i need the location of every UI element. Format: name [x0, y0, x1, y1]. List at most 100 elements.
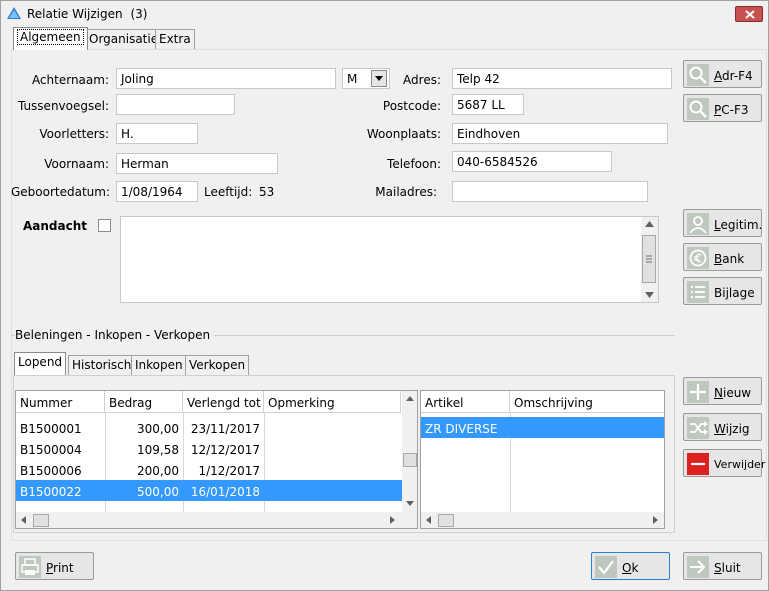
euro-coin-icon	[687, 247, 709, 269]
subtab-lopend[interactable]: Lopend	[14, 352, 67, 375]
woonplaats-label: Woonplaats:	[366, 127, 441, 141]
artikel-hscrollbar[interactable]	[421, 512, 664, 528]
geboortedatum-field[interactable]: 1/08/1964	[116, 181, 198, 202]
close-button[interactable]	[735, 6, 763, 22]
scroll-left-icon[interactable]	[21, 516, 26, 524]
lopend-grid[interactable]: Nummer Bedrag Verlengd tot Opmerking B15…	[15, 390, 418, 529]
grid-vscrollbar[interactable]	[402, 391, 417, 512]
cell-verlengd[interactable]: 12/12/2017	[183, 439, 264, 460]
section-title: Beleningen - Inkopen - Verkopen	[15, 328, 215, 342]
close-icon	[745, 10, 755, 19]
print-button[interactable]: Print	[15, 552, 94, 580]
adr-f4-button[interactable]: Adr-F4	[683, 60, 762, 88]
table-row[interactable]: B1500001	[16, 418, 105, 439]
tab-extra[interactable]: Extra	[155, 29, 195, 49]
table-row-selected[interactable]: B1500022	[16, 481, 105, 502]
cell-bedrag[interactable]: 500,00	[105, 481, 183, 502]
verwijder-button[interactable]: Verwijder	[683, 449, 765, 477]
leeftijd-label: Leeftijd:	[204, 185, 253, 199]
scroll-right-icon[interactable]	[653, 516, 658, 524]
checkmark-icon	[595, 556, 617, 578]
grip-icon	[646, 255, 652, 263]
cell-bedrag[interactable]: 200,00	[105, 460, 183, 481]
postcode-label: Postcode:	[382, 99, 441, 113]
tab-organisatie[interactable]: Organisatie	[85, 29, 163, 49]
sluit-button[interactable]: Sluit	[683, 552, 762, 580]
mailadres-label: Mailadres:	[375, 185, 437, 199]
col-header-artikel[interactable]: Artikel	[421, 391, 510, 413]
window: Relatie Wijzigen (3) Organisatie Extra A…	[0, 0, 769, 591]
pc-f3-button[interactable]: PC-F3	[683, 94, 762, 122]
voornaam-field[interactable]: Herman	[116, 153, 278, 174]
scroll-left-icon[interactable]	[426, 516, 431, 524]
window-title: Relatie Wijzigen	[27, 7, 123, 21]
plus-icon	[687, 381, 709, 403]
scroll-up-icon[interactable]	[406, 396, 414, 401]
scroll-down-icon[interactable]	[406, 501, 414, 506]
voornaam-label: Voornaam:	[44, 157, 109, 171]
legitim-button[interactable]: Legitim.	[683, 209, 762, 237]
woonplaats-field[interactable]: Eindhoven	[452, 123, 668, 144]
adres-label: Adres:	[403, 73, 441, 87]
cell-verlengd[interactable]: 23/11/2017	[183, 418, 264, 439]
aandacht-scroll-thumb[interactable]	[642, 235, 656, 283]
cell-verlengd[interactable]: 16/01/2018	[183, 481, 264, 502]
ok-button[interactable]: Ok	[591, 552, 670, 580]
geboortedatum-label: Geboortedatum:	[11, 185, 111, 199]
tussenvoegsel-label: Tussenvoegsel:	[17, 99, 109, 113]
cell-verlengd[interactable]: 1/12/2017	[183, 460, 264, 481]
telefoon-field[interactable]: 040-6584526	[452, 151, 612, 172]
scroll-right-icon[interactable]	[390, 516, 395, 524]
col-header-opmerking[interactable]: Opmerking	[264, 391, 401, 413]
bank-button[interactable]: Bank	[683, 243, 762, 271]
col-header-nummer[interactable]: Nummer	[16, 391, 105, 413]
achternaam-label: Achternaam:	[31, 73, 109, 87]
subtab-historisch[interactable]: Historisch	[68, 355, 136, 375]
table-row-selected[interactable]: ZR DIVERSE	[421, 418, 510, 439]
wijzig-button[interactable]: Wijzig	[683, 413, 762, 441]
list-icon	[687, 281, 709, 303]
aandacht-checkbox[interactable]	[98, 219, 111, 232]
subtab-inkopen[interactable]: Inkopen	[131, 355, 187, 375]
nieuw-button[interactable]: Nieuw	[683, 377, 762, 405]
achternaam-field[interactable]: Joling	[116, 68, 336, 89]
col-header-verlengd[interactable]: Verlengd tot	[183, 391, 264, 413]
leeftijd-value: 53	[259, 185, 275, 199]
grid-vscroll-thumb[interactable]	[403, 453, 417, 467]
arrow-right-icon	[687, 556, 709, 578]
table-row[interactable]: B1500004	[16, 439, 105, 460]
title-bar: Relatie Wijzigen (3)	[1, 1, 768, 27]
shuffle-icon	[687, 417, 709, 439]
mailadres-field[interactable]	[452, 181, 648, 202]
grid-hscrollbar[interactable]	[16, 512, 417, 528]
grid-hscroll-thumb[interactable]	[33, 514, 49, 527]
col-header-omschrijving[interactable]: Omschrijving	[510, 391, 664, 413]
scroll-down-icon[interactable]	[645, 292, 654, 298]
printer-icon	[19, 556, 41, 578]
search-icon	[687, 64, 709, 86]
aandacht-label: Aandacht	[23, 219, 88, 233]
tab-algemeen[interactable]: Algemeen	[13, 27, 88, 50]
cell-bedrag[interactable]: 109,58	[105, 439, 183, 460]
table-row[interactable]: B1500006	[16, 460, 105, 481]
minus-icon	[687, 453, 709, 475]
user-icon	[687, 213, 709, 235]
aandacht-scrollbar[interactable]	[641, 217, 658, 302]
search-icon	[687, 98, 709, 120]
scroll-up-icon[interactable]	[645, 221, 654, 227]
window-count: (3)	[130, 7, 148, 21]
postcode-field[interactable]: 5687 LL	[452, 94, 524, 115]
subtab-verkopen[interactable]: Verkopen	[185, 355, 250, 375]
voorletters-field[interactable]: H.	[116, 123, 198, 144]
adres-field[interactable]: Telp 42	[452, 68, 672, 89]
tussenvoegsel-field[interactable]	[116, 94, 235, 115]
bijlage-button[interactable]: Bijlage	[683, 277, 762, 305]
artikel-grid[interactable]: Artikel Omschrijving ZR DIVERSE	[420, 390, 665, 529]
telefoon-label: Telefoon:	[387, 157, 441, 171]
cell-bedrag[interactable]: 300,00	[105, 418, 183, 439]
col-header-bedrag[interactable]: Bedrag	[105, 391, 183, 413]
app-logo-icon	[7, 7, 21, 19]
aandacht-textarea[interactable]	[120, 216, 659, 303]
voorletters-label: Voorletters:	[39, 127, 109, 141]
artikel-hscroll-thumb[interactable]	[438, 514, 454, 527]
